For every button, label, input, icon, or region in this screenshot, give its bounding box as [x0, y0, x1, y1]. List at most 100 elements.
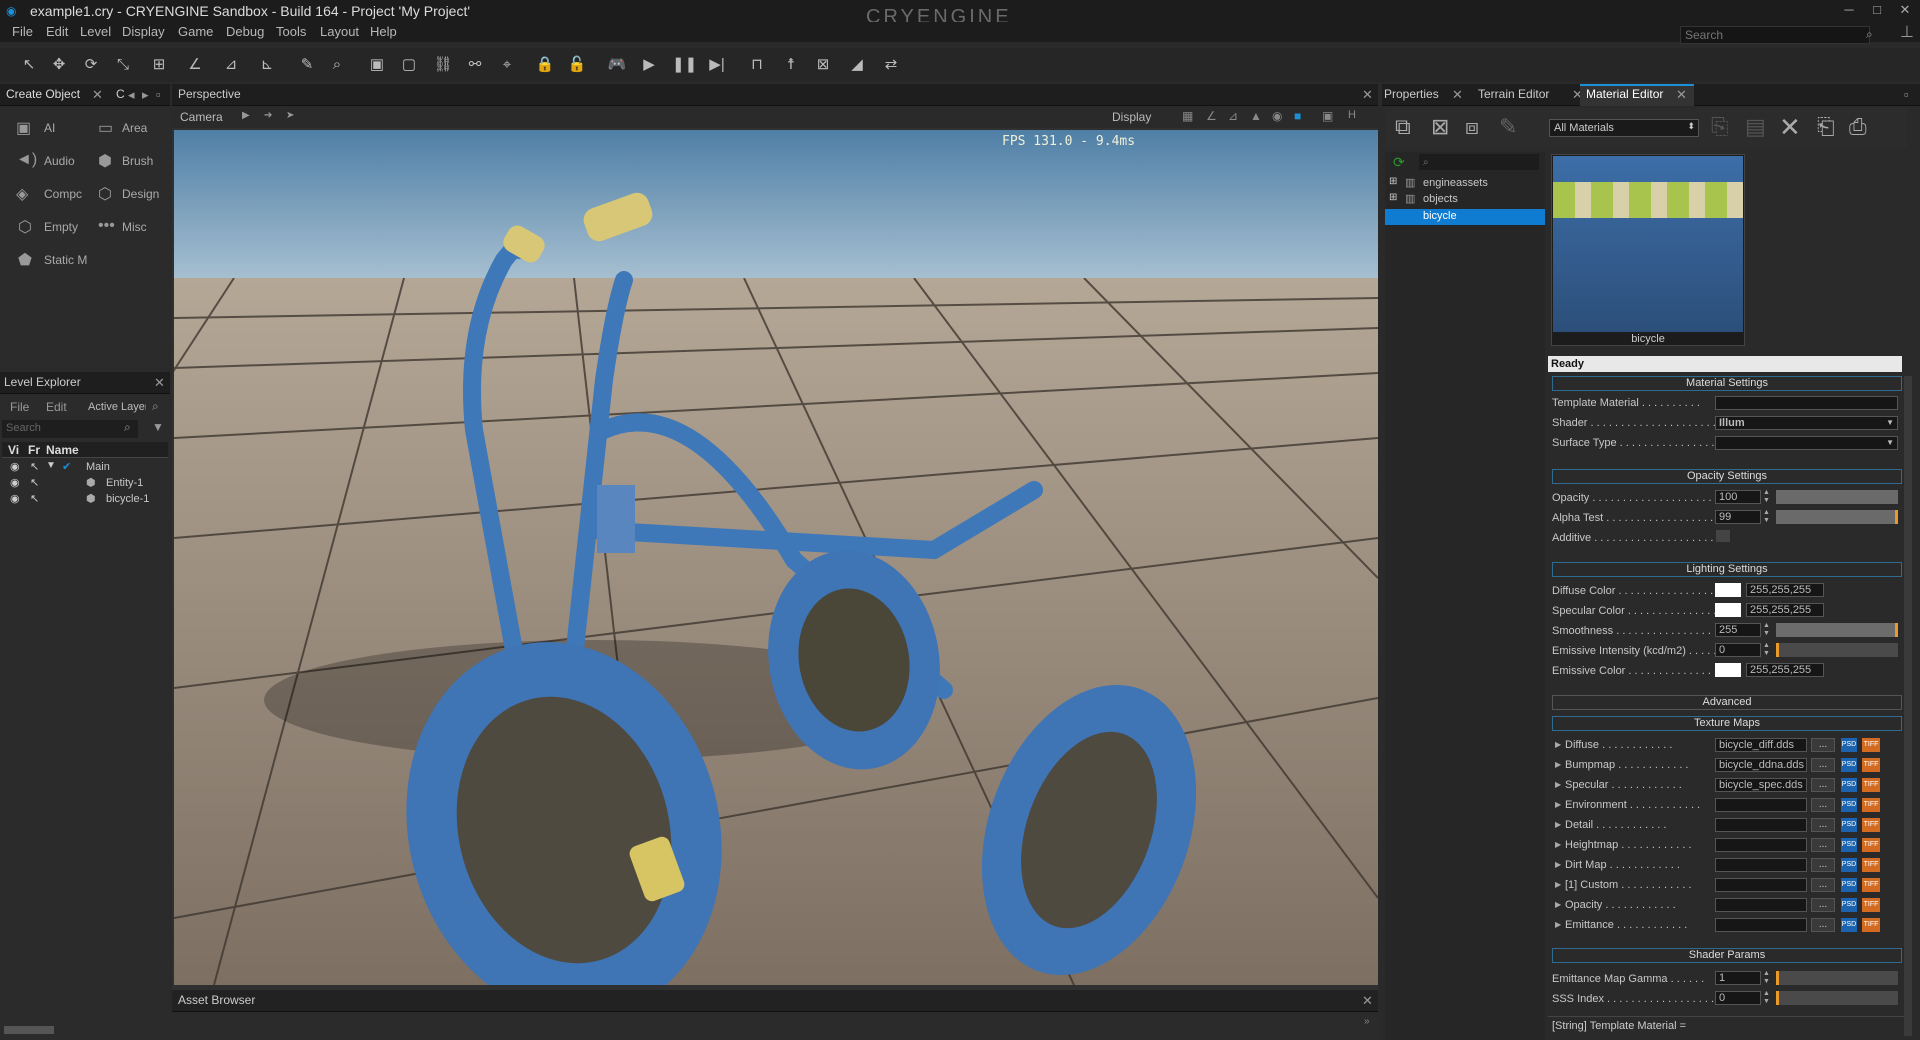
tree-item[interactable]: ⊞ ▥ objects [1385, 192, 1545, 208]
search-icon[interactable]: ⌕ [1866, 27, 1873, 42]
lock-icon[interactable]: 🔒 [534, 54, 556, 76]
scale-snap-icon[interactable]: ⊿ [1228, 109, 1238, 123]
fast-forward-icon[interactable]: ➤ [286, 110, 294, 121]
paint-icon[interactable]: ✎ [296, 54, 318, 76]
menu-game[interactable]: Game [178, 24, 213, 39]
col-frozen[interactable]: Fr [28, 443, 40, 457]
texture-path-field[interactable] [1715, 838, 1807, 852]
terrain-snap-icon[interactable]: ▲ [1250, 109, 1262, 123]
menu-edit[interactable]: Edit [46, 24, 68, 39]
vertical-snap-icon[interactable]: ⊓ [746, 54, 768, 76]
ai-physics-icon[interactable]: ⊠ [812, 54, 834, 76]
refresh-icon[interactable]: ⟳ [1393, 154, 1405, 171]
texture-path-field[interactable] [1715, 818, 1807, 832]
create-empty[interactable]: Empty [44, 220, 78, 234]
expand-arrow-icon[interactable]: ▶ [1555, 820, 1561, 829]
close-icon[interactable]: ✕ [154, 375, 165, 391]
psd-icon[interactable]: PSD [1841, 798, 1857, 812]
play-icon[interactable]: ▶ [638, 54, 660, 76]
expand-arrow-icon[interactable]: ▶ [1555, 900, 1561, 909]
texture-path-field[interactable] [1715, 918, 1807, 932]
section-texture-maps[interactable]: Texture Maps [1552, 716, 1902, 731]
group-icon[interactable]: ▣ [366, 54, 388, 76]
specular-color-field[interactable]: 255,255,255 [1746, 603, 1824, 617]
active-layer-label[interactable]: Active Layer [88, 401, 146, 413]
dropdown-icon[interactable]: ⬍ [1687, 121, 1695, 132]
emissive-intensity-field[interactable]: 0 [1715, 643, 1761, 657]
texture-path-field[interactable] [1715, 858, 1807, 872]
surface-type-select[interactable]: ▼ [1715, 436, 1898, 450]
tab-material-editor[interactable]: Material Editor [1586, 87, 1663, 101]
close-window-button[interactable]: ✕ [1894, 2, 1916, 20]
paste-icon[interactable]: ⎙ [1849, 114, 1867, 140]
tiff-icon[interactable]: TIFF [1862, 798, 1880, 812]
tab-second[interactable]: C [116, 87, 125, 101]
emissive-intensity-slider[interactable] [1776, 643, 1898, 657]
rotate-icon[interactable]: ⟳ [80, 54, 102, 76]
tab-prev-icon[interactable]: ◂ [128, 87, 135, 103]
search-icon[interactable]: ⌕ [152, 399, 159, 414]
duplicate-material-icon[interactable]: ⧈ [1465, 114, 1479, 140]
close-icon[interactable]: ✕ [1362, 87, 1373, 103]
tree-item-selected[interactable]: bicycle [1385, 209, 1545, 225]
angle-icon[interactable]: ∠ [1206, 109, 1217, 123]
table-row[interactable]: ◉ ↖ ⬢ bicycle-1 [2, 492, 168, 508]
smoothness-field[interactable]: 255 [1715, 623, 1761, 637]
emittance-gamma-slider[interactable] [1776, 971, 1898, 985]
bicycle-model[interactable] [174, 130, 1378, 985]
pick-icon[interactable]: ⌖ [496, 54, 518, 76]
create-ai[interactable]: AI [44, 121, 55, 135]
expand-arrow-icon[interactable]: ▶ [1555, 800, 1561, 809]
eye-icon[interactable]: ◉ [10, 476, 20, 489]
search-icon[interactable]: ⌕ [124, 420, 131, 435]
psd-icon[interactable]: PSD [1841, 838, 1857, 852]
tiff-icon[interactable]: TIFF [1862, 858, 1880, 872]
property-scrollbar[interactable] [1904, 376, 1912, 1036]
snap-angle-icon[interactable]: ∠ [184, 54, 206, 76]
texture-path-field[interactable]: bicycle_ddna.dds [1715, 758, 1807, 772]
diffuse-color-swatch[interactable] [1715, 583, 1741, 597]
opacity-field[interactable]: 100 [1715, 490, 1761, 504]
smoothness-slider[interactable] [1776, 623, 1898, 637]
minimize-button[interactable]: ─ [1838, 2, 1860, 20]
horizontal-scrollbar[interactable] [4, 1026, 54, 1034]
camera-menu[interactable]: Camera [180, 110, 223, 124]
tiff-icon[interactable]: TIFF [1862, 898, 1880, 912]
browse-button[interactable]: ... [1811, 738, 1835, 752]
specular-color-swatch[interactable] [1715, 603, 1741, 617]
col-visible[interactable]: Vi [8, 443, 19, 457]
eye-icon[interactable]: ◉ [10, 460, 20, 473]
camera-icon[interactable]: ■ [1294, 109, 1301, 123]
remove-material-icon[interactable]: ⊠ [1431, 114, 1449, 140]
section-shader-params[interactable]: Shader Params [1552, 948, 1902, 963]
psd-icon[interactable]: PSD [1841, 818, 1857, 832]
texture-path-field[interactable]: bicycle_spec.dds [1715, 778, 1807, 792]
find-icon[interactable]: ⌕ [326, 54, 348, 76]
pick-material-icon[interactable]: ✎ [1499, 114, 1517, 140]
dropdown-icon[interactable]: ▼ [1886, 417, 1894, 429]
expand-icon[interactable]: ⊞ [1389, 192, 1397, 203]
tab-create-object[interactable]: Create Object [6, 87, 80, 101]
expand-arrow-icon[interactable]: ▶ [1555, 860, 1561, 869]
psd-icon[interactable]: PSD [1841, 858, 1857, 872]
cursor-icon[interactable]: ↖ [30, 460, 39, 473]
texture-path-field[interactable] [1715, 798, 1807, 812]
spinner-icon[interactable]: ▲ ▼ [1763, 509, 1770, 525]
browse-button[interactable]: ... [1811, 878, 1835, 892]
help-icon[interactable]: H [1348, 109, 1356, 121]
tree-search-input[interactable]: ⌕ [1419, 154, 1539, 170]
psd-icon[interactable]: PSD [1841, 918, 1857, 932]
tiff-icon[interactable]: TIFF [1862, 818, 1880, 832]
ungroup-icon[interactable]: ▢ [398, 54, 420, 76]
opacity-slider[interactable] [1776, 490, 1898, 504]
psd-icon[interactable]: PSD [1841, 758, 1857, 772]
expand-icon[interactable]: ⊞ [1389, 176, 1397, 187]
section-advanced[interactable]: Advanced [1552, 695, 1902, 710]
additive-checkbox[interactable] [1716, 530, 1730, 542]
spinner-icon[interactable]: ▲ ▼ [1763, 489, 1770, 505]
browse-button[interactable]: ... [1811, 918, 1835, 932]
tiff-icon[interactable]: TIFF [1862, 738, 1880, 752]
alpha-test-slider[interactable] [1776, 510, 1898, 524]
helpers-icon[interactable]: ◉ [1272, 109, 1282, 123]
expand-arrow-icon[interactable]: ▶ [1555, 880, 1561, 889]
